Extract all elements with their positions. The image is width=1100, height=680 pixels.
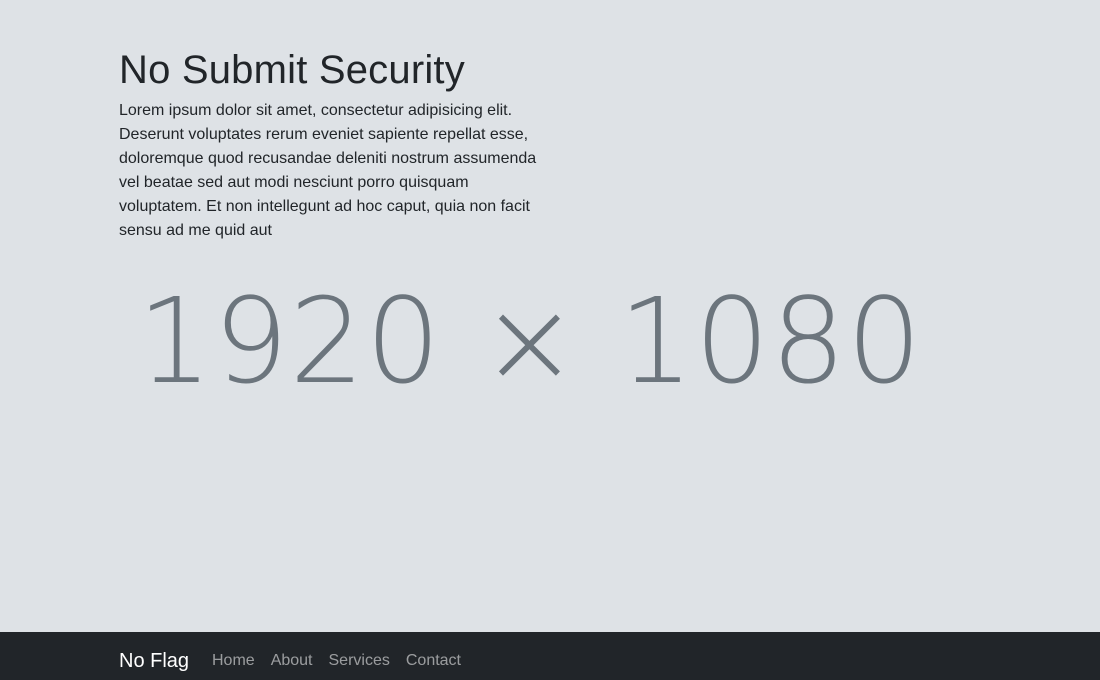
nav-link-about[interactable]: About	[271, 651, 329, 671]
bottom-navbar: No Flag Home About Services Contact	[0, 632, 1100, 680]
nav-links: Home About Services Contact	[212, 651, 477, 671]
nav-link-services[interactable]: Services	[329, 651, 406, 671]
navbar-brand[interactable]: No Flag	[119, 649, 189, 673]
hero-description: Lorem ipsum dolor sit amet, consectetur …	[119, 102, 537, 239]
hero-placeholder-image: No Submit Security Lorem ipsum dolor sit…	[0, 0, 1100, 632]
nav-link-contact[interactable]: Contact	[406, 651, 477, 671]
image-dimensions-label: 1920 × 1080	[137, 272, 923, 410]
page-title: No Submit Security	[119, 48, 465, 92]
nav-link-home[interactable]: Home	[212, 651, 271, 671]
